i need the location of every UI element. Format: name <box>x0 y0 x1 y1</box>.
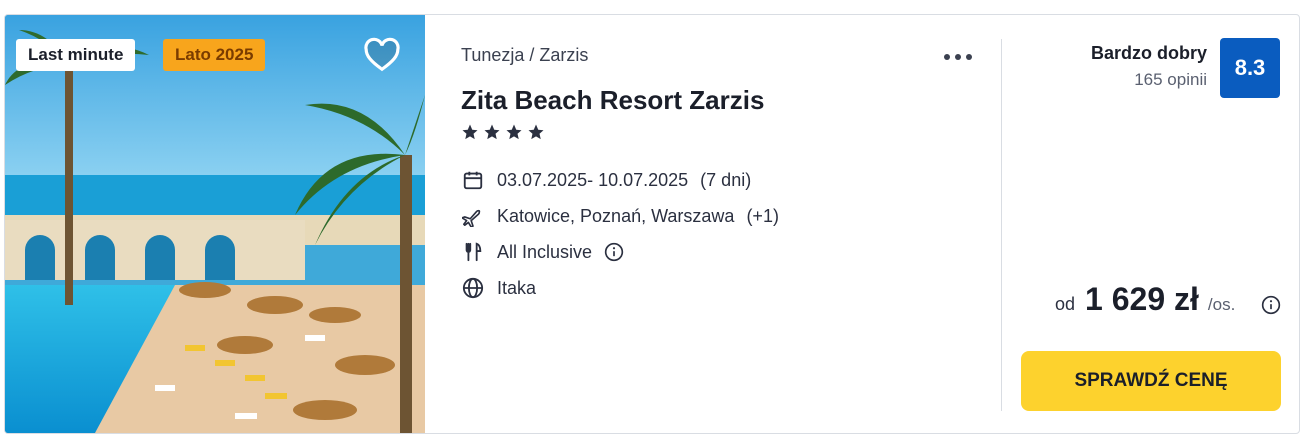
star-icon <box>484 124 500 140</box>
price: od 1 629 zł /os. <box>1055 281 1235 318</box>
star-icon <box>462 124 478 140</box>
departure-more[interactable]: (+1) <box>746 206 779 227</box>
price-info-icon[interactable] <box>1261 295 1281 315</box>
season-badge: Lato 2025 <box>163 39 266 71</box>
hotel-location[interactable]: Tunezja / Zarzis <box>461 45 588 66</box>
star-icon <box>506 124 522 140</box>
rating-label: Bardzo dobry <box>1090 43 1207 63</box>
price-prefix: od <box>1055 294 1076 314</box>
plane-icon <box>461 204 485 228</box>
last-minute-badge: Last minute <box>16 39 136 71</box>
dates-row: 03.07.2025- 10.07.2025 (7 dni) <box>461 168 751 192</box>
price-value: 1 629 zł <box>1085 281 1199 317</box>
departure-cities: Katowice, Poznań, Warszawa <box>497 205 735 226</box>
globe-icon <box>461 276 485 300</box>
calendar-icon <box>461 168 485 192</box>
board-row: All Inclusive <box>461 240 624 264</box>
star-icon <box>528 124 544 140</box>
info-icon[interactable] <box>604 242 624 262</box>
divider <box>1001 39 1002 411</box>
hotel-photo[interactable]: Last minute Lato 2025 <box>5 15 425 433</box>
more-options-button[interactable] <box>943 45 973 63</box>
operator-row: Itaka <box>461 276 536 300</box>
review-count: 165 opinii <box>1134 70 1207 89</box>
rating-summary[interactable]: Bardzo dobry 165 opinii <box>1091 43 1207 90</box>
heart-outline-icon <box>364 37 400 72</box>
hotel-photo-illustration <box>5 15 425 433</box>
offer-card[interactable]: Last minute Lato 2025 Tunezja / Zarzis Z… <box>4 14 1300 434</box>
check-price-button[interactable]: SPRAWDŹ CENĘ <box>1021 351 1281 411</box>
travel-dates: 03.07.2025- 10.07.2025 <box>497 169 689 190</box>
restaurant-icon <box>461 240 485 264</box>
offer-info: Tunezja / Zarzis Zita Beach Resort Zarzi… <box>461 15 1001 433</box>
rating-score-badge: 8.3 <box>1220 38 1280 98</box>
price-suffix: /os. <box>1207 295 1236 314</box>
hotel-name[interactable]: Zita Beach Resort Zarzis <box>461 85 764 116</box>
board-type: All Inclusive <box>497 241 593 262</box>
travel-duration: (7 dni) <box>700 169 752 190</box>
more-horizontal-icon <box>944 54 972 60</box>
hotel-stars <box>461 123 545 141</box>
favorite-button[interactable] <box>363 37 401 73</box>
departures-row: Katowice, Poznań, Warszawa (+1) <box>461 204 779 228</box>
tour-operator: Itaka <box>497 277 537 298</box>
